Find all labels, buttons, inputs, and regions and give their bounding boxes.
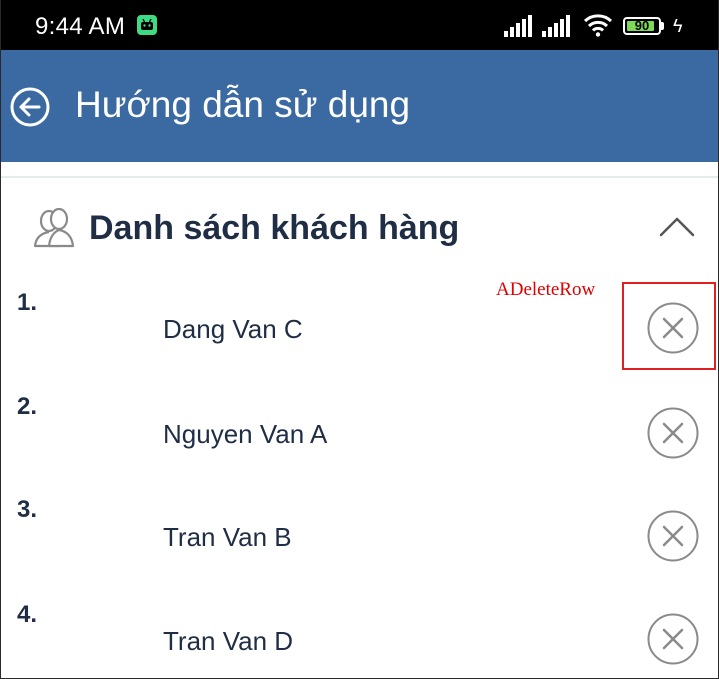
delete-row-icon[interactable] [647, 510, 699, 562]
battery-cap [661, 22, 664, 30]
charging-icon: ϟ [673, 16, 683, 36]
people-icon [33, 208, 75, 248]
status-time: 9:44 AM [35, 13, 126, 40]
section-title: Danh sách khách hàng [89, 209, 460, 247]
customer-name: Tran Van D [163, 626, 294, 656]
delete-row-icon[interactable] [647, 613, 699, 665]
app-screen: 9:44 AM 90 ϟ Hướng dẫn sử dụng Danh sách… [0, 0, 719, 679]
page-title: Hướng dẫn sử dụng [75, 84, 411, 125]
chevron-up-icon[interactable] [659, 216, 695, 238]
delete-row-icon[interactable] [647, 407, 699, 459]
customer-name: Nguyen Van A [163, 419, 328, 449]
divider [1, 176, 718, 178]
back-arrow-circle-icon[interactable] [9, 86, 51, 128]
battery-level-text: 90 [634, 18, 650, 33]
signal-strength-icon [504, 15, 532, 37]
wifi-icon [583, 14, 613, 37]
row-number: 4. [17, 601, 38, 628]
row-number: 1. [17, 289, 38, 316]
signal-strength-icon [542, 15, 570, 37]
customer-name: Tran Van B [163, 522, 292, 552]
annotation-label: ADeleteRow [496, 279, 596, 300]
row-number: 3. [17, 496, 38, 523]
status-bar: 9:44 AM 90 ϟ [1, 0, 718, 50]
android-notification-icon [137, 15, 157, 35]
row-number: 2. [17, 393, 38, 420]
annotation-highlight-box [622, 282, 716, 370]
customer-name: Dang Van C [163, 314, 303, 344]
